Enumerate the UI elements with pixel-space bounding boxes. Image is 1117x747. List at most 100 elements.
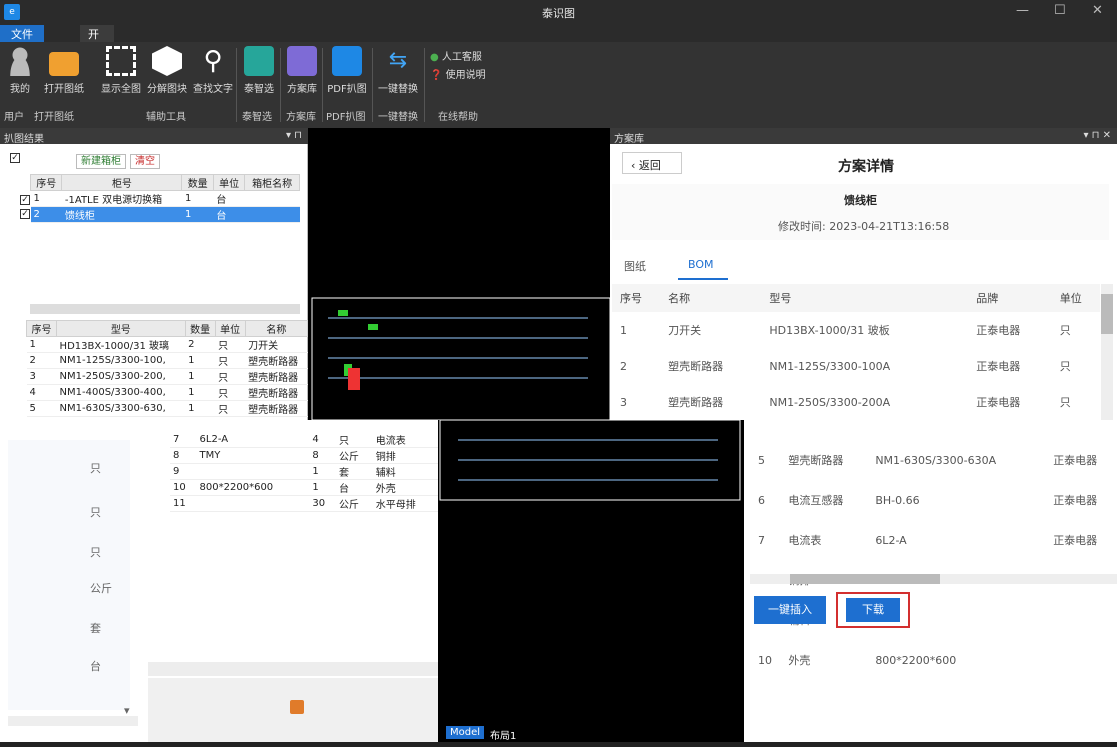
- unit-cell: 只: [90, 506, 101, 519]
- table-row[interactable]: 1 HD13BX-1000/31 玻璃 2 只刀开关: [26, 336, 308, 353]
- new-cabinet-label: 新建箱柜: [76, 154, 126, 169]
- user-button[interactable]: 我的: [2, 46, 38, 95]
- table-row-selected[interactable]: 2 馈线柜 1 台: [30, 206, 300, 223]
- new-cabinet-button[interactable]: 新建箱柜: [76, 152, 126, 169]
- table-row[interactable]: 1 刀开关 HD13BX-1000/31 玻板 正泰电器 只: [612, 312, 1100, 348]
- smart-select-button[interactable]: 泰智选: [238, 46, 280, 95]
- cell-no: 1: [26, 336, 57, 353]
- cell-qty: 1: [185, 384, 216, 401]
- cell-qty: 2: [185, 336, 216, 353]
- cell-qty: 4: [309, 432, 336, 448]
- horizontal-scrollbar[interactable]: [750, 574, 1117, 584]
- table-row[interactable]: 2 NM1-125S/3300-100, 1 只塑壳断路器: [26, 352, 308, 369]
- table-row[interactable]: 9 1 套辅料: [170, 463, 438, 480]
- horizontal-scrollbar[interactable]: [30, 304, 300, 314]
- clear-label: 清空: [130, 154, 160, 169]
- table-row[interactable]: 10 外壳 800*2200*600: [750, 640, 1117, 680]
- cell-unit: 台: [335, 479, 373, 496]
- back-button[interactable]: ‹ 返回: [622, 152, 682, 174]
- tab-model[interactable]: Model: [446, 726, 485, 739]
- cell-name: 塑壳断路器: [668, 396, 724, 409]
- cell-name: 电流表: [372, 432, 438, 448]
- open-drawing-button[interactable]: 打开图纸: [38, 46, 90, 95]
- vertical-scrollbar[interactable]: [1101, 284, 1113, 420]
- maximize-icon[interactable]: ☐: [1054, 3, 1066, 18]
- table-row[interactable]: 7 电流表 6L2-A 正泰电器: [750, 520, 1117, 560]
- minimize-icon[interactable]: —: [1016, 3, 1029, 18]
- cell-brand: 正泰电器: [976, 396, 1021, 409]
- cell-unit: 只: [215, 384, 246, 401]
- service-link[interactable]: ● 人工客服: [430, 48, 482, 63]
- table-row[interactable]: 1 -1ATLE 双电源切换箱 1 台: [30, 190, 300, 207]
- table-row[interactable]: 4 NM1-400S/3300-400, 1 只塑壳断路器: [26, 384, 308, 401]
- cell-unit: 只: [215, 336, 246, 353]
- items-table-header: 序号 型号 数量 单位 名称: [25, 320, 309, 337]
- col-name: 名称: [660, 284, 762, 312]
- cad-canvas-top[interactable]: [308, 128, 611, 421]
- scheme-lib-button[interactable]: 方案库: [282, 46, 322, 95]
- export-bar: [148, 678, 438, 742]
- group-help: 在线帮助: [438, 112, 478, 123]
- cell-model: [196, 495, 310, 512]
- table-row[interactable]: 5 NM1-630S/3300-630, 1 只塑壳断路器: [26, 400, 308, 417]
- cad-canvas-bottom[interactable]: Model 布局1: [438, 419, 744, 742]
- table-row[interactable]: 11 30 公斤 水平母排: [170, 495, 438, 512]
- col-no: 序号: [29, 174, 63, 191]
- tab-file[interactable]: 文件: [0, 25, 44, 42]
- table-row[interactable]: 8 TMY 8 公斤 铜排: [170, 447, 438, 464]
- clear-button[interactable]: 清空: [130, 152, 160, 169]
- horizontal-scrollbar[interactable]: [8, 716, 138, 726]
- tab-start[interactable]: 开始: [80, 25, 114, 57]
- smart-select-icon: [244, 46, 274, 76]
- tab-drawing[interactable]: 图纸: [624, 258, 646, 274]
- cell-name: 刀开关: [668, 324, 702, 337]
- row-checkbox[interactable]: ✓: [20, 192, 30, 205]
- insert-all-button[interactable]: 一键插入: [754, 596, 826, 624]
- scheme-lib-icon: [287, 46, 317, 76]
- cell-no: 10: [758, 653, 772, 667]
- pin-icon[interactable]: ▾ ⊓: [286, 130, 302, 141]
- tab-bom[interactable]: BOM: [688, 258, 714, 271]
- table-row[interactable]: 3 NM1-250S/3300-200, 1 只塑壳断路器: [26, 368, 308, 385]
- cell-no: 10: [170, 479, 197, 496]
- close-icon[interactable]: ✕: [1092, 3, 1103, 18]
- cabinet-name: 馈线柜: [844, 194, 877, 207]
- replace-button[interactable]: ⇆ 一键替换: [374, 46, 422, 95]
- col-unit: 单位: [1051, 284, 1100, 312]
- table-row[interactable]: 5 塑壳断路器 NM1-630S/3300-630A 正泰电器: [750, 440, 1117, 480]
- explode-block-label: 分解图块: [147, 84, 187, 95]
- cell-brand: 正泰电器: [1053, 454, 1098, 467]
- cell-name: 塑壳断路器: [245, 384, 308, 401]
- find-text-button[interactable]: ⚲ 查找文字: [190, 46, 236, 95]
- excel-export-icon[interactable]: [290, 700, 304, 714]
- pin-icon[interactable]: ▾ ⊓ ✕: [1083, 130, 1111, 141]
- scroll-down-icon[interactable]: ▾: [124, 704, 136, 717]
- cell-no: 2: [26, 352, 57, 369]
- ribbon: 我的 打开图纸 显示全图 分解图块 ⚲ 查找文字 泰智选 方案库 PDF扒图 ⇆…: [0, 42, 1117, 128]
- explode-block-button[interactable]: 分解图块: [144, 46, 190, 95]
- manual-label: 使用说明: [445, 70, 486, 81]
- show-all-button[interactable]: 显示全图: [98, 46, 144, 95]
- window-title: 泰识图: [542, 7, 575, 20]
- table-row[interactable]: 7 6L2-A 4 只电流表: [170, 432, 438, 448]
- cell-no: 4: [26, 384, 57, 401]
- table-row[interactable]: 6 电流互感器 BH-0.66 正泰电器: [750, 480, 1117, 520]
- cell-unit: 只: [1059, 396, 1071, 409]
- row-checkbox[interactable]: ✓: [20, 206, 30, 219]
- manual-link[interactable]: ❓ 使用说明: [430, 66, 486, 81]
- horizontal-scrollbar[interactable]: [148, 662, 438, 676]
- table-row[interactable]: 3 塑壳断路器 NM1-250S/3300-200A 正泰电器 只: [612, 384, 1100, 420]
- divider: [280, 48, 281, 122]
- cell-no: 11: [170, 495, 197, 512]
- pdf-extract-button[interactable]: PDF扒图: [324, 46, 370, 95]
- table-row[interactable]: 10 800*2200*600 1 台外壳: [170, 479, 438, 496]
- tab-layout[interactable]: 布局1: [490, 727, 516, 742]
- download-button[interactable]: 下载: [846, 598, 900, 622]
- cell-name: 塑壳断路器: [668, 360, 724, 373]
- cell-no: 8: [170, 447, 197, 464]
- smart-select-label: 泰智选: [244, 84, 274, 95]
- cell-name: 塑壳断路器: [245, 352, 308, 369]
- table-row[interactable]: 2 塑壳断路器 NM1-125S/3300-100A 正泰电器 只: [612, 348, 1100, 384]
- cell-name: 外壳: [788, 654, 811, 667]
- select-all-checkbox[interactable]: ✓: [10, 150, 20, 163]
